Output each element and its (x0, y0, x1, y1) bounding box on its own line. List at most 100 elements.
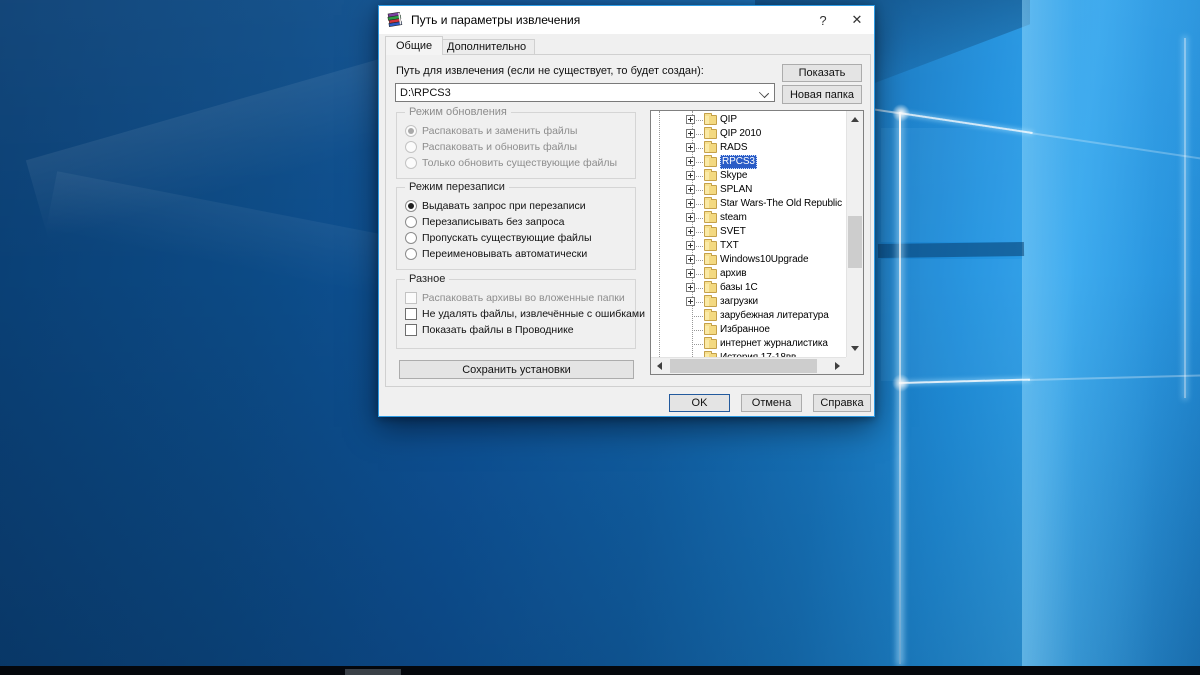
help-button[interactable]: ? (806, 6, 840, 34)
vertical-scrollbar[interactable] (846, 111, 863, 357)
horizontal-scroll-thumb[interactable] (670, 359, 817, 373)
tree-item[interactable]: История 17-18вв (651, 351, 846, 357)
tree-item-label[interactable]: Skype (720, 169, 747, 183)
tree-item[interactable]: SVET (651, 225, 846, 239)
option-label: Только обновить существующие файлы (422, 157, 618, 169)
radio-control[interactable] (405, 200, 417, 212)
radio-option[interactable]: Переименовывать автоматически (405, 246, 631, 262)
tree-item[interactable]: интернет журналистика (651, 337, 846, 351)
group-title: Режим обновления (405, 106, 511, 118)
tree-item[interactable]: QIP (651, 113, 846, 127)
expand-plus-icon[interactable] (686, 115, 695, 124)
tree-item-label[interactable]: SVET (720, 225, 746, 239)
windows-logo-edge (1184, 38, 1186, 398)
expand-plus-icon[interactable] (686, 143, 695, 152)
radio-control[interactable] (405, 232, 417, 244)
expand-plus-icon[interactable] (686, 297, 695, 306)
expand-plus-icon[interactable] (686, 213, 695, 222)
close-icon[interactable]: ✕ (840, 6, 874, 34)
scroll-left-button[interactable] (651, 357, 668, 374)
tree-item[interactable]: архив (651, 267, 846, 281)
tree-item-label[interactable]: RPCS3 (720, 155, 757, 169)
scroll-down-button[interactable] (846, 340, 863, 357)
radio-control[interactable] (405, 248, 417, 260)
checkbox-option[interactable]: Показать файлы в Проводнике (405, 322, 631, 338)
display-button[interactable]: Показать (782, 64, 862, 82)
expand-plus-icon[interactable] (686, 241, 695, 250)
help-button-bottom[interactable]: Справка (813, 394, 871, 412)
expand-plus-icon[interactable] (686, 129, 695, 138)
tree-item[interactable]: Skype (651, 169, 846, 183)
radio-option[interactable]: Перезаписывать без запроса (405, 214, 631, 230)
triangle-up-icon (850, 117, 859, 122)
overwrite-mode-options: Выдавать запрос при перезаписи Перезаписы… (405, 198, 631, 262)
tree-item-label[interactable]: Windows10Upgrade (720, 253, 809, 267)
radio-option[interactable]: Только обновить существующие файлы (405, 155, 631, 171)
tree-item-label[interactable]: базы 1С (720, 281, 758, 295)
expand-plus-icon[interactable] (686, 255, 695, 264)
scroll-up-button[interactable] (846, 111, 863, 128)
chevron-down-icon[interactable] (758, 87, 770, 99)
expand-plus-icon[interactable] (686, 269, 695, 278)
radio-control[interactable] (405, 125, 417, 137)
radio-control[interactable] (405, 141, 417, 153)
new-folder-button[interactable]: Новая папка (782, 85, 862, 104)
tab-general[interactable]: Общие (385, 36, 444, 55)
expand-plus-icon[interactable] (686, 227, 695, 236)
scroll-right-button[interactable] (829, 357, 846, 374)
dialog-titlebar[interactable]: Путь и параметры извлечения ? ✕ (379, 6, 874, 34)
checkbox-option[interactable]: Распаковать архивы во вложенные папки (405, 290, 631, 306)
radio-option[interactable]: Пропускать существующие файлы (405, 230, 631, 246)
tree-item-label[interactable]: зарубежная литература (720, 309, 829, 323)
checkbox-control[interactable] (405, 324, 417, 336)
tree-item[interactable]: RADS (651, 141, 846, 155)
option-label: Распаковать и обновить файлы (422, 141, 578, 153)
tree-item-label[interactable]: QIP 2010 (720, 127, 761, 141)
tree-item-label[interactable]: RADS (720, 141, 747, 155)
tree-item-label[interactable]: архив (720, 267, 747, 281)
tree-item[interactable]: Star Wars-The Old Republic (651, 197, 846, 211)
tree-item[interactable]: QIP 2010 (651, 127, 846, 141)
tree-item[interactable]: TXT (651, 239, 846, 253)
tree-item-label[interactable]: загрузки (720, 295, 758, 309)
horizontal-scrollbar[interactable] (651, 357, 846, 374)
tree-item[interactable]: базы 1С (651, 281, 846, 295)
checkbox-control[interactable] (405, 292, 417, 304)
tree-item[interactable]: steam (651, 211, 846, 225)
tree-item-label[interactable]: SPLAN (720, 183, 752, 197)
tab-advanced[interactable]: Дополнительно (438, 39, 536, 54)
expand-plus-icon[interactable] (686, 283, 695, 292)
vertical-scroll-thumb[interactable] (848, 216, 862, 268)
expand-plus-icon[interactable] (686, 185, 695, 194)
tree-item-label[interactable]: steam (720, 211, 747, 225)
expand-plus-icon[interactable] (686, 171, 695, 180)
tree-item-label[interactable]: История 17-18вв (720, 351, 796, 357)
expand-plus-icon[interactable] (686, 157, 695, 166)
checkbox-option[interactable]: Не удалять файлы, извлечённые с ошибками (405, 306, 645, 322)
cancel-button[interactable]: Отмена (741, 394, 802, 412)
tree-item-label[interactable]: интернет журналистика (720, 337, 828, 351)
tree-item-label[interactable]: QIP (720, 113, 737, 127)
tree-item[interactable]: SPLAN (651, 183, 846, 197)
tree-item[interactable]: зарубежная литература (651, 309, 846, 323)
radio-option[interactable]: Распаковать и обновить файлы (405, 139, 631, 155)
tree-item-label[interactable]: Избранное (720, 323, 770, 337)
tree-item[interactable]: Избранное (651, 323, 846, 337)
tree-item[interactable]: RPCS3 (651, 155, 846, 169)
tree-item[interactable]: Windows10Upgrade (651, 253, 846, 267)
folder-icon (704, 113, 717, 125)
group-title: Режим перезаписи (405, 181, 509, 193)
ok-button[interactable]: OK (669, 394, 730, 412)
checkbox-control[interactable] (405, 308, 417, 320)
tree-item-label[interactable]: TXT (720, 239, 739, 253)
save-settings-button[interactable]: Сохранить установки (399, 360, 634, 379)
extraction-path-combobox[interactable]: D:\RPCS3 (395, 83, 775, 102)
radio-control[interactable] (405, 157, 417, 169)
radio-control[interactable] (405, 216, 417, 228)
expand-plus-icon[interactable] (686, 199, 695, 208)
radio-option[interactable]: Выдавать запрос при перезаписи (405, 198, 631, 214)
folder-icon (704, 211, 717, 223)
radio-option[interactable]: Распаковать и заменить файлы (405, 123, 631, 139)
tree-item[interactable]: загрузки (651, 295, 846, 309)
tree-item-label[interactable]: Star Wars-The Old Republic (720, 197, 842, 211)
